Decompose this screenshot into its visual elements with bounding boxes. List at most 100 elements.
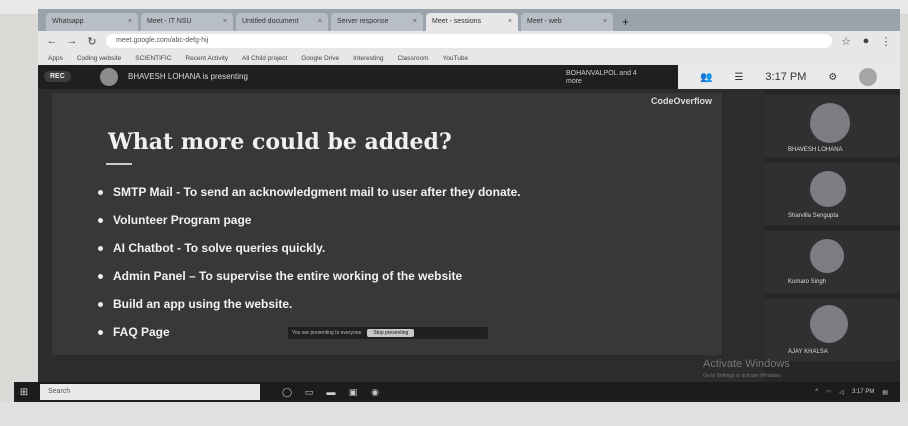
explorer-icon[interactable]: ▬: [320, 387, 342, 397]
close-icon[interactable]: ×: [413, 13, 417, 31]
list-item: Admin Panel – To supervise the entire wo…: [98, 269, 521, 297]
bookmark-item[interactable]: YouTube: [443, 55, 469, 62]
close-icon[interactable]: ×: [223, 13, 227, 31]
bullet-icon: [98, 274, 103, 279]
chat-icon[interactable]: ☰: [734, 72, 743, 83]
meet-window: REC BHAVESH LOHANA is presenting BOHANVA…: [38, 65, 900, 382]
bullet-text: Admin Panel – To supervise the entire wo…: [113, 269, 463, 283]
tab-label: Untitled document: [242, 18, 299, 25]
bullet-text: Volunteer Program page: [113, 213, 252, 227]
url-field[interactable]: meet.google.com/abc-defg-hij: [106, 34, 832, 48]
user-avatar[interactable]: [859, 68, 878, 86]
avatar: [100, 68, 118, 86]
bookmark-item[interactable]: Classroom: [398, 55, 429, 62]
windows-start-icon[interactable]: ⊞: [14, 387, 34, 398]
close-icon[interactable]: ×: [603, 13, 607, 31]
avatar: [810, 103, 850, 143]
bookmark-item[interactable]: SCIENTIFIC: [135, 55, 171, 62]
reload-icon[interactable]: ↻: [86, 35, 98, 48]
tab-document[interactable]: Untitled document ×: [236, 13, 328, 31]
participant-name: AJAY KHALSA: [788, 349, 828, 355]
slide-title: What more could be added?: [108, 129, 452, 155]
meet-top-bar: REC BHAVESH LOHANA is presenting BOHANVA…: [38, 65, 900, 89]
participant-name: Sharvilla Sengupta: [788, 213, 839, 219]
forward-icon[interactable]: →: [66, 35, 78, 47]
bullet-icon: [98, 330, 103, 335]
wifi-icon[interactable]: ◠: [826, 389, 831, 396]
presenting-label: BHAVESH LOHANA is presenting: [128, 72, 248, 81]
bookmark-item[interactable]: All Child project: [242, 55, 287, 62]
settings-icon[interactable]: ⚙: [828, 72, 837, 83]
edge-icon[interactable]: ▭: [298, 387, 320, 398]
menu-icon[interactable]: ⋮: [880, 35, 892, 48]
bullet-icon: [98, 246, 103, 251]
tab-meet-active[interactable]: Meet - sessions ×: [426, 13, 518, 31]
list-item: AI Chatbot - To solve queries quickly.: [98, 241, 521, 269]
clock: 3:17 PM: [765, 71, 807, 83]
close-icon[interactable]: ×: [318, 13, 322, 31]
star-icon[interactable]: ☆: [840, 35, 852, 48]
volume-icon[interactable]: ◁: [839, 389, 844, 396]
participant-name: Kumaro Singh: [788, 279, 827, 285]
activate-windows-title: Activate Windows: [703, 358, 790, 370]
bullet-icon: [98, 302, 103, 307]
taskbar-clock[interactable]: 3:17 PM: [852, 389, 874, 395]
list-item: Build an app using the website.: [98, 297, 521, 325]
participants-panel: BHAVESH LOHANA Sharvilla Sengupta Kumaro…: [764, 89, 900, 382]
presenting-bar: You are presenting to everyone Stop pres…: [288, 327, 488, 339]
tab-meet-web[interactable]: Meet - web ×: [521, 13, 613, 31]
close-icon[interactable]: ×: [128, 13, 132, 31]
participant-tile[interactable]: AJAY KHALSA: [764, 299, 900, 361]
tab-bar: Whatsapp × Meet - IT NSU × Untitled docume…: [38, 9, 900, 31]
bookmark-item[interactable]: Google Drive: [301, 55, 339, 62]
tab-meet-it[interactable]: Meet - IT NSU ×: [141, 13, 233, 31]
bullet-icon: [98, 190, 103, 195]
tab-server[interactable]: Server response ×: [331, 13, 423, 31]
bookmark-item[interactable]: Coding website: [77, 55, 121, 62]
title-underline: [106, 163, 132, 165]
back-icon[interactable]: ←: [46, 35, 58, 47]
task-view-icon[interactable]: ◯: [276, 387, 298, 398]
list-item: SMTP Mail - To send an acknowledgment ma…: [98, 185, 521, 213]
tab-label: Server response: [337, 18, 389, 25]
participant-tile[interactable]: Kumaro Singh: [764, 231, 900, 293]
tab-label: Meet - IT NSU: [147, 18, 192, 25]
bookmark-item[interactable]: Recent Activity: [185, 55, 228, 62]
bullet-text: FAQ Page: [113, 325, 170, 339]
recording-badge: REC: [44, 71, 71, 82]
bookmarks-bar: Apps Coding website SCIENTIFIC Recent Ac…: [38, 51, 900, 65]
tab-label: Whatsapp: [52, 18, 84, 25]
new-tab-button[interactable]: +: [616, 13, 635, 31]
bullet-text: AI Chatbot - To solve queries quickly.: [113, 241, 326, 255]
store-icon[interactable]: ▣: [342, 387, 364, 398]
taskbar-search[interactable]: Search: [40, 384, 260, 400]
brand-label: CodeOverflow: [650, 96, 712, 106]
notification-icon[interactable]: ▤: [882, 389, 888, 396]
people-icon[interactable]: 👥: [700, 72, 712, 83]
photo-background: [0, 402, 908, 426]
bullet-text: Build an app using the website.: [113, 297, 293, 311]
stop-presenting-button[interactable]: Stop presenting: [367, 329, 415, 337]
tab-label: Meet - sessions: [432, 18, 482, 25]
profile-icon[interactable]: ●: [860, 35, 872, 47]
avatar: [810, 305, 848, 343]
presenting-message: You are presenting to everyone: [292, 330, 362, 336]
address-bar: ← → ↻ meet.google.com/abc-defg-hij ☆ ● ⋮: [38, 31, 900, 51]
participant-tile[interactable]: BHAVESH LOHANA: [764, 95, 900, 157]
tab-whatsapp[interactable]: Whatsapp ×: [46, 13, 138, 31]
avatar: [810, 171, 846, 207]
chrome-icon[interactable]: ◉: [364, 387, 386, 398]
meet-controls: 👥 ☰ 3:17 PM ⚙: [678, 65, 900, 89]
participant-name: BHAVESH LOHANA: [788, 147, 843, 153]
pinned-label: BOHANVALPOL and 4 more: [566, 70, 637, 85]
close-icon[interactable]: ×: [508, 13, 512, 31]
system-tray: ^ ◠ ◁ 3:17 PM ▤: [815, 389, 900, 396]
taskbar: ⊞ Search ◯ ▭ ▬ ▣ ◉ ^ ◠ ◁ 3:17 PM ▤: [14, 382, 900, 402]
bookmark-item[interactable]: Apps: [48, 55, 63, 62]
tab-label: Meet - web: [527, 18, 562, 25]
bookmark-item[interactable]: Interesting: [353, 55, 383, 62]
chevron-up-icon[interactable]: ^: [815, 389, 818, 395]
avatar: [810, 239, 844, 273]
activate-windows-sub: Go to Settings to activate Windows.: [703, 373, 782, 379]
participant-tile[interactable]: Sharvilla Sengupta: [764, 163, 900, 225]
